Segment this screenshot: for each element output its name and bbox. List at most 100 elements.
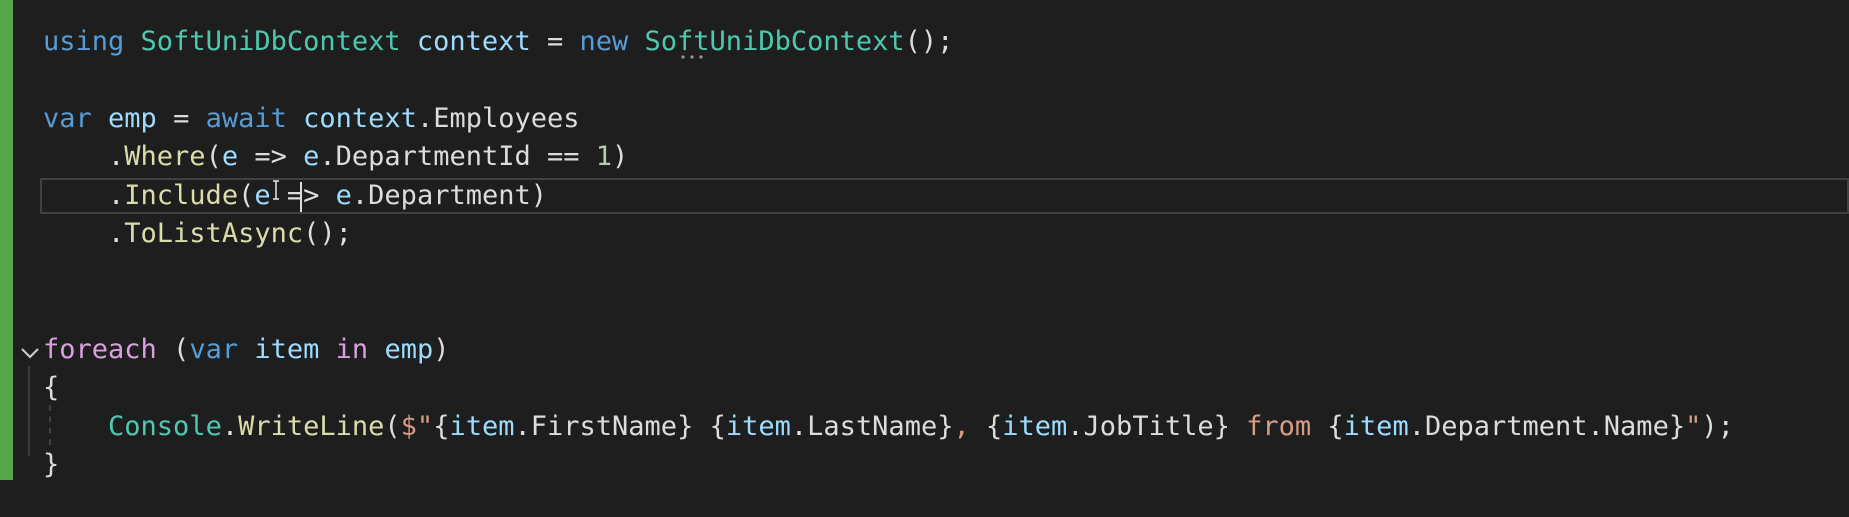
- code-line[interactable]: Console.WriteLine($"{item.FirstName} {it…: [43, 407, 1734, 447]
- code-token: =: [530, 26, 580, 57]
- code-token: .: [43, 218, 125, 249]
- code-token: .: [351, 180, 369, 211]
- code-token: ToListAsync: [124, 218, 304, 249]
- code-token: .: [43, 180, 125, 211]
- code-token: ();: [904, 26, 954, 57]
- code-token: DepartmentId: [335, 141, 531, 172]
- code-token: Where: [124, 141, 206, 172]
- code-line[interactable]: }: [43, 445, 59, 485]
- code-token: await: [205, 103, 287, 134]
- code-token: {: [1327, 411, 1344, 442]
- code-token: }: [43, 449, 60, 480]
- code-token: JobTitle: [1083, 411, 1214, 442]
- code-token: item: [1343, 411, 1409, 442]
- code-token: ==: [530, 141, 596, 172]
- code-token: }: [937, 411, 954, 442]
- code-line[interactable]: .Where(e => e.DepartmentId == 1): [43, 137, 628, 177]
- code-token: LastName: [807, 411, 938, 442]
- code-token: item: [254, 334, 320, 365]
- code-token: Console: [108, 411, 222, 442]
- code-token: var: [189, 334, 239, 365]
- code-token: .: [514, 411, 531, 442]
- code-token: .: [319, 141, 336, 172]
- fold-region-guide: [28, 366, 30, 456]
- code-token: .: [416, 103, 434, 134]
- code-token: .: [790, 411, 808, 442]
- code-token: ): [433, 334, 450, 365]
- code-line[interactable]: {: [43, 368, 59, 408]
- code-token: .: [43, 141, 125, 172]
- code-token: new: [579, 26, 629, 57]
- code-token: 1: [595, 141, 613, 172]
- change-tracking-bar: [0, 0, 13, 480]
- code-token: ): [612, 141, 629, 172]
- code-token: item: [449, 411, 515, 442]
- chevron-down-icon[interactable]: [18, 341, 42, 365]
- code-token: context: [416, 26, 531, 57]
- code-token: Department: [368, 180, 531, 211]
- code-token: SoftUniDbContext: [644, 26, 905, 57]
- code-token: (: [384, 411, 401, 442]
- code-token: ();: [303, 218, 352, 249]
- code-token: =: [156, 103, 206, 134]
- code-token: {: [433, 411, 450, 442]
- code-token: }: [1213, 411, 1230, 442]
- code-token: {: [985, 411, 1003, 442]
- code-token: );: [1701, 411, 1734, 442]
- code-token: }: [1668, 411, 1686, 442]
- code-token: }: [677, 411, 694, 442]
- code-token: context: [303, 103, 417, 134]
- code-token: Employees: [433, 103, 580, 134]
- code-token: (: [238, 180, 255, 211]
- code-token: e: [335, 180, 352, 211]
- code-token: ,: [953, 411, 986, 442]
- code-token: {: [709, 411, 726, 442]
- code-token: (: [156, 334, 190, 365]
- code-token: Include: [124, 180, 239, 211]
- code-token: .: [1587, 411, 1604, 442]
- code-token: (: [205, 141, 222, 172]
- code-token: e: [254, 180, 271, 211]
- code-token: SoftUniDbContext: [140, 26, 401, 57]
- code-token: using: [43, 26, 125, 57]
- code-token: $": [400, 411, 434, 442]
- code-token: item: [1002, 411, 1068, 442]
- code-token: in: [335, 334, 369, 365]
- code-line[interactable]: var emp = await context.Employees: [43, 99, 580, 139]
- code-token: from: [1229, 411, 1328, 442]
- code-token: .: [1067, 411, 1084, 442]
- code-token: item: [725, 411, 791, 442]
- code-line[interactable]: using SoftUniDbContext context = new Sof…: [43, 22, 953, 62]
- code-token: {: [43, 372, 60, 403]
- code-token: .: [1408, 411, 1425, 442]
- code-token: Department: [1424, 411, 1588, 442]
- code-token: .: [221, 411, 239, 442]
- code-token: emp: [384, 334, 434, 365]
- code-editor[interactable]: using SoftUniDbContext context = new Sof…: [0, 0, 1849, 517]
- code-token: Name: [1603, 411, 1669, 442]
- code-token: e: [303, 141, 320, 172]
- code-token: WriteLine: [238, 411, 385, 442]
- text-caret: [300, 182, 302, 212]
- code-token: var: [43, 103, 92, 134]
- code-token: e: [221, 141, 239, 172]
- code-token: ): [530, 180, 547, 211]
- code-token: =>: [238, 141, 304, 172]
- code-token: emp: [108, 103, 157, 134]
- code-token: foreach: [43, 334, 157, 365]
- code-line[interactable]: .Include(e => e.Department): [43, 176, 547, 216]
- code-line[interactable]: foreach (var item in emp): [43, 330, 449, 370]
- ibeam-cursor-icon: [273, 180, 279, 200]
- code-token: FirstName: [530, 411, 678, 442]
- code-line[interactable]: .ToListAsync();: [43, 214, 352, 254]
- code-token: ": [1685, 411, 1702, 442]
